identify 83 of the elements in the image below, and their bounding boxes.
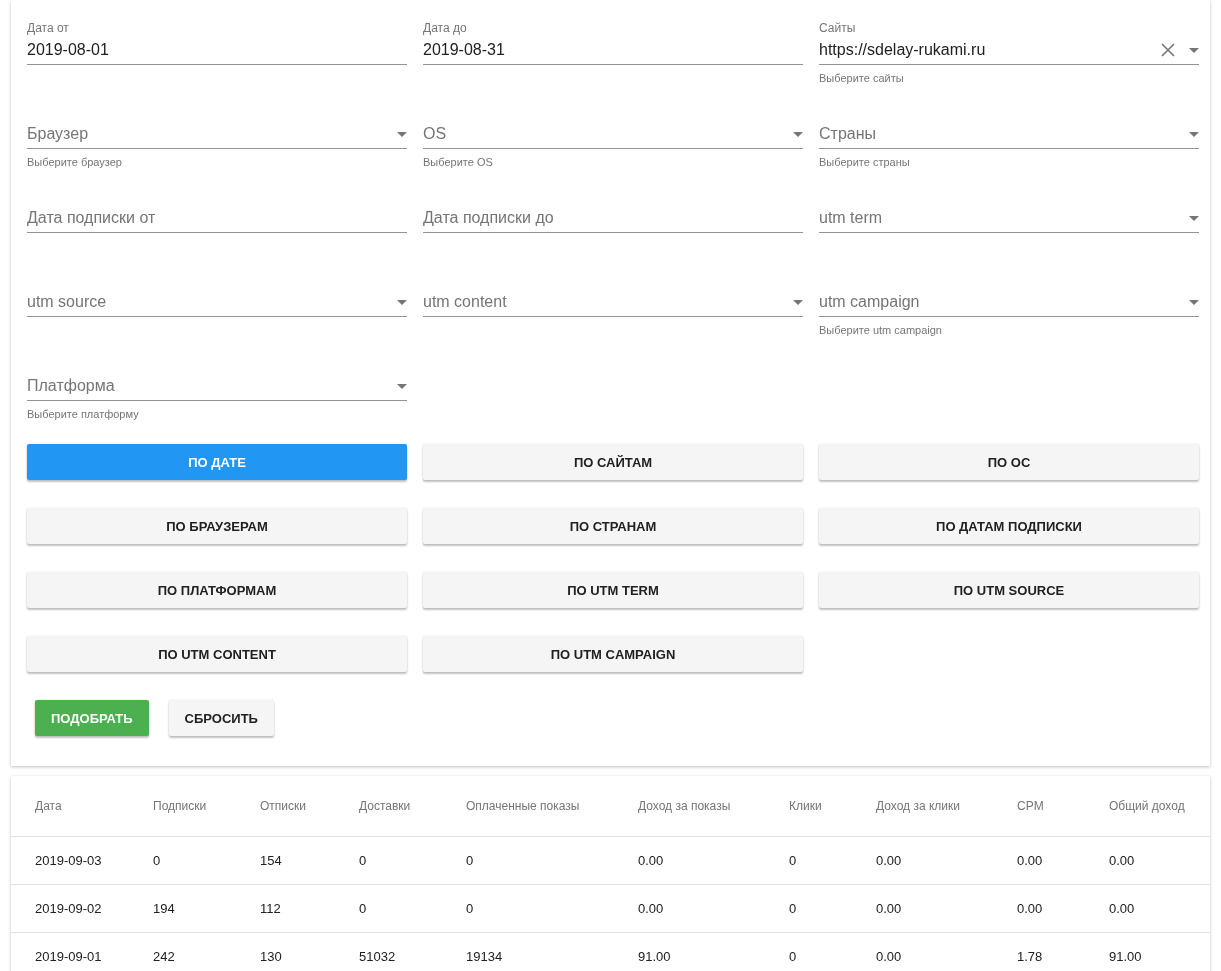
dropdown-arrow-icon[interactable] — [793, 299, 803, 305]
table-cell: 0 — [359, 853, 367, 868]
table-cell: 0.00 — [876, 853, 902, 868]
table-cell: 0 — [789, 901, 797, 916]
table-cell: 0 — [789, 853, 797, 868]
field-hint: Выберите OS — [423, 155, 493, 169]
table-cell: 0.00 — [638, 901, 664, 916]
table-cell: 194 — [153, 901, 175, 916]
input-field[interactable]: 2019-08-01 — [27, 36, 407, 65]
dropdown-arrow-icon[interactable] — [1189, 47, 1199, 53]
field-label: Сайты — [819, 20, 856, 36]
select-field[interactable]: Страны — [819, 120, 1199, 149]
table-cell: 51032 — [359, 949, 396, 964]
input-field[interactable]: 2019-08-31 — [423, 36, 803, 65]
input-field[interactable]: Дата подписки до — [423, 204, 803, 233]
field-label: Дата от — [27, 20, 69, 36]
table-cell: 0 — [789, 949, 797, 964]
table-cell: 2019-09-03 — [35, 853, 102, 868]
table-cell: 0 — [466, 901, 474, 916]
clear-icon[interactable] — [1161, 43, 1175, 57]
dropdown-arrow-icon[interactable] — [1189, 299, 1199, 305]
table-cell: 91.00 — [638, 949, 671, 964]
table-cell: 0.00 — [876, 901, 902, 916]
table-cell: 1.78 — [1017, 949, 1043, 964]
table-cell: 0.00 — [1017, 901, 1043, 916]
column-header: Подписки — [153, 799, 207, 813]
table-cell: 130 — [260, 949, 282, 964]
table-cell: 0.00 — [638, 853, 664, 868]
select-field[interactable]: utm term — [819, 204, 1199, 233]
dropdown-arrow-icon[interactable] — [397, 131, 407, 137]
table-cell: 112 — [260, 901, 281, 916]
group-button[interactable]: ПО САЙТАМ — [423, 444, 803, 480]
select-field[interactable]: OS — [423, 120, 803, 149]
select-field[interactable]: utm source — [27, 288, 407, 317]
column-header: Отписки — [260, 799, 306, 813]
group-button[interactable]: ПО ОС — [819, 444, 1199, 480]
group-button[interactable]: ПО UTM CAMPAIGN — [423, 636, 803, 672]
select-field[interactable]: utm campaign — [819, 288, 1199, 317]
group-button[interactable]: ПО UTM CONTENT — [27, 636, 407, 672]
dropdown-arrow-icon[interactable] — [793, 131, 803, 137]
column-header: Доставки — [359, 799, 411, 813]
dropdown-arrow-icon[interactable] — [1189, 215, 1199, 221]
table-cell: 0 — [153, 853, 161, 868]
table-cell: 154 — [260, 853, 282, 868]
field-label: Дата до — [423, 20, 467, 36]
select-field[interactable]: https://sdelay-rukami.ru — [819, 36, 1199, 65]
group-button[interactable]: ПО ДАТАМ ПОДПИСКИ — [819, 508, 1199, 544]
reset-button[interactable]: СБРОСИТЬ — [168, 700, 274, 736]
field-hint: Выберите браузер — [27, 155, 122, 169]
column-header: Доход за клики — [876, 799, 960, 813]
group-button[interactable]: ПО СТРАНАМ — [423, 508, 803, 544]
table-cell: 0 — [359, 901, 367, 916]
group-button[interactable]: ПО БРАУЗЕРАМ — [27, 508, 407, 544]
table-cell: 0.00 — [1109, 853, 1135, 868]
table-cell: 0.00 — [1109, 901, 1135, 916]
dropdown-arrow-icon[interactable] — [397, 383, 407, 389]
column-header: Клики — [789, 799, 822, 813]
table-cell: 2019-09-02 — [35, 901, 102, 916]
group-button[interactable]: ПО ПЛАТФОРМАМ — [27, 572, 407, 608]
dropdown-arrow-icon[interactable] — [397, 299, 407, 305]
dropdown-arrow-icon[interactable] — [1189, 131, 1199, 137]
select-field[interactable]: Браузер — [27, 120, 407, 149]
table-cell: 19134 — [466, 949, 503, 964]
column-header: Оплаченные показы — [466, 799, 580, 813]
column-header: CPM — [1017, 799, 1044, 813]
select-field[interactable]: utm content — [423, 288, 803, 317]
table-cell: 2019-09-01 — [35, 949, 102, 964]
field-hint: Выберите платформу — [27, 407, 139, 421]
group-button[interactable]: ПО UTM TERM — [423, 572, 803, 608]
input-field[interactable]: Дата подписки от — [27, 204, 407, 233]
field-hint: Выберите страны — [819, 155, 910, 169]
table-cell: 242 — [153, 949, 175, 964]
field-hint: Выберите сайты — [819, 71, 904, 85]
select-field[interactable]: Платформа — [27, 372, 407, 401]
table-cell: 91.00 — [1109, 949, 1142, 964]
field-hint: Выберите utm campaign — [819, 323, 942, 337]
column-header: Доход за показы — [638, 799, 731, 813]
group-button[interactable]: ПО UTM SOURCE — [819, 572, 1199, 608]
column-header: Общий доход — [1109, 799, 1185, 813]
table-cell: 0 — [466, 853, 474, 868]
table-cell: 0.00 — [876, 949, 902, 964]
table-cell: 0.00 — [1017, 853, 1043, 868]
column-header: Дата — [35, 799, 62, 813]
